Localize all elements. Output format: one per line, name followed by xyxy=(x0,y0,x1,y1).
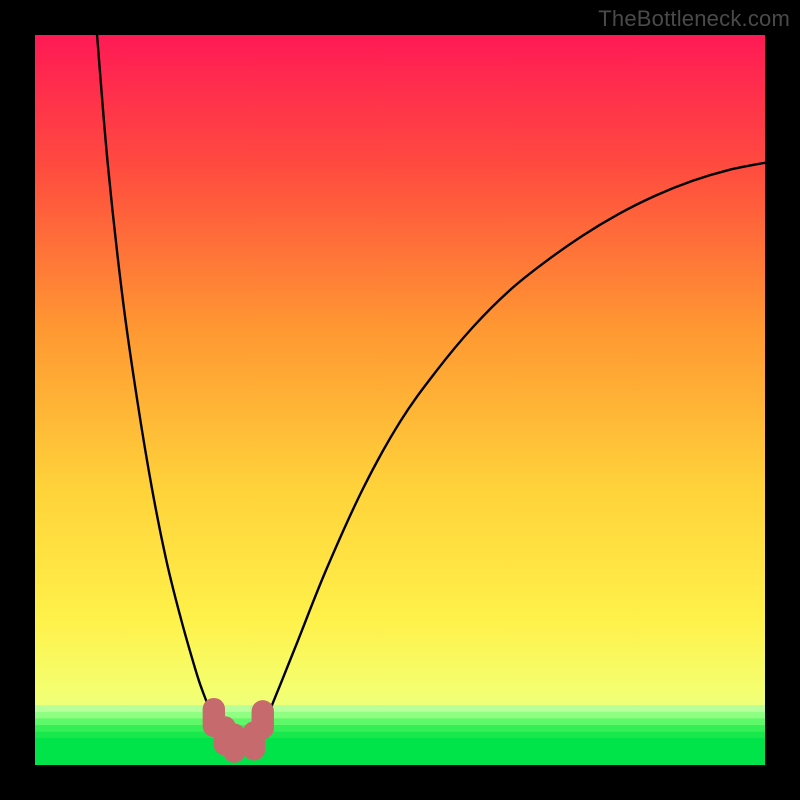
chart-frame: TheBottleneck.com xyxy=(0,0,800,800)
chart-svg xyxy=(35,35,765,765)
watermark-text: TheBottleneck.com xyxy=(598,6,790,32)
basin-marker-point xyxy=(223,724,245,763)
gradient-background xyxy=(35,35,765,765)
green-band xyxy=(35,705,765,765)
plot-area xyxy=(35,35,765,765)
basin-marker-point xyxy=(252,700,274,739)
